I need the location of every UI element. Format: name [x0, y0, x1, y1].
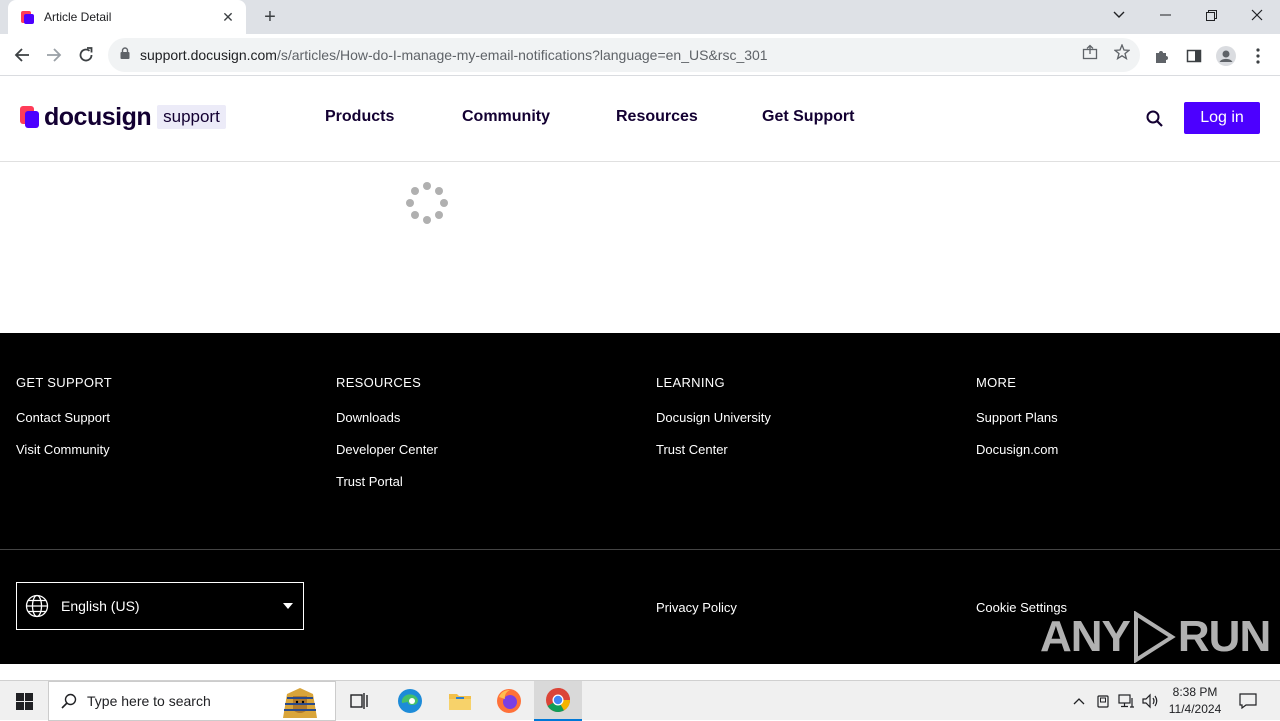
- footer-link-downloads[interactable]: Downloads: [336, 410, 438, 425]
- watermark-text-right: RUN: [1177, 612, 1271, 661]
- language-select[interactable]: English (US): [16, 582, 304, 630]
- taskbar-file-explorer-button[interactable]: [436, 681, 484, 721]
- bookmark-star-icon[interactable]: [1112, 42, 1132, 62]
- back-button[interactable]: [8, 41, 36, 69]
- nav-products[interactable]: Products: [325, 108, 394, 126]
- taskbar-edge-button[interactable]: [386, 681, 434, 721]
- address-bar[interactable]: support.docusign.com/s/articles/How-do-I…: [108, 38, 1140, 72]
- logo-text: docusign: [44, 102, 152, 131]
- taskbar-search-placeholder: Type here to search: [87, 693, 211, 709]
- logo-support-badge: support: [157, 105, 226, 129]
- footer-link-trust-portal[interactable]: Trust Portal: [336, 474, 438, 489]
- anyrun-watermark: ANY RUN: [1040, 611, 1271, 663]
- new-tab-button[interactable]: +: [258, 5, 282, 29]
- firefox-icon: [497, 689, 521, 713]
- clock-time: 8:38 PM: [1172, 685, 1218, 699]
- site-header: docusign support Products Community Reso…: [0, 76, 1280, 162]
- footer-link-docusign-university[interactable]: Docusign University: [656, 410, 771, 425]
- footer-link-visit-community[interactable]: Visit Community: [16, 442, 112, 457]
- search-icon[interactable]: [1144, 108, 1166, 130]
- play-triangle-icon: [1133, 611, 1176, 663]
- nav-community[interactable]: Community: [462, 108, 550, 126]
- windows-logo-icon: [15, 692, 33, 710]
- taskbar-search-box[interactable]: Type here to search: [48, 681, 336, 721]
- windows-taskbar: Type here to search 8:38 PM 11/4/2024: [0, 680, 1280, 721]
- watermark-text-left: ANY: [1040, 612, 1131, 661]
- footer-heading: LEARNING: [656, 375, 725, 390]
- taskbar-search-icon: [61, 693, 77, 709]
- page-bottom-strip: [0, 664, 1280, 680]
- lock-icon[interactable]: [120, 46, 130, 64]
- profile-avatar-icon[interactable]: [1215, 45, 1237, 67]
- url-text: support.docusign.com/s/articles/How-do-I…: [140, 47, 768, 63]
- taskbar-clock[interactable]: 8:38 PM 11/4/2024: [1164, 684, 1226, 718]
- tray-volume-icon[interactable]: [1141, 691, 1161, 711]
- tray-network-icon[interactable]: [1117, 691, 1137, 711]
- windows-start-button[interactable]: [0, 681, 48, 721]
- taskbar-firefox-button[interactable]: [485, 681, 533, 721]
- footer-heading: MORE: [976, 375, 1017, 390]
- footer-link-contact-support[interactable]: Contact Support: [16, 410, 112, 425]
- footer-link-privacy-policy[interactable]: Privacy Policy: [656, 600, 737, 615]
- footer-divider: [0, 549, 1280, 550]
- docusign-support-logo[interactable]: docusign support: [20, 102, 226, 132]
- taskbar-chrome-button[interactable]: [534, 681, 582, 721]
- restore-button[interactable]: [1188, 0, 1234, 30]
- footer-link-docusign-com[interactable]: Docusign.com: [976, 442, 1058, 457]
- loading-spinner-icon: [406, 182, 448, 224]
- footer-column-more: MORE Support Plans Docusign.com: [976, 375, 1058, 474]
- footer-link-developer-center[interactable]: Developer Center: [336, 442, 438, 457]
- docusign-favicon-icon: [20, 9, 36, 25]
- task-view-button[interactable]: [336, 681, 384, 721]
- minimize-button[interactable]: [1142, 0, 1188, 30]
- article-content-area: [0, 162, 1280, 333]
- login-button[interactable]: Log in: [1184, 102, 1260, 134]
- chrome-icon: [546, 688, 570, 713]
- browser-tab-bar: Article Detail ✕ +: [0, 0, 1280, 34]
- task-view-icon: [350, 693, 368, 709]
- edge-icon: [398, 689, 422, 713]
- side-panel-icon[interactable]: [1183, 45, 1205, 67]
- browser-tab-active[interactable]: Article Detail ✕: [8, 0, 246, 34]
- footer-link-support-plans[interactable]: Support Plans: [976, 410, 1058, 425]
- footer-heading: RESOURCES: [336, 375, 422, 390]
- tray-meet-now-icon[interactable]: [1093, 691, 1113, 711]
- file-explorer-folder-icon: [449, 694, 471, 710]
- footer-heading: GET SUPPORT: [16, 375, 113, 390]
- clock-date: 11/4/2024: [1168, 702, 1222, 716]
- nav-get-support[interactable]: Get Support: [762, 108, 854, 126]
- tray-show-hidden-icon[interactable]: [1069, 691, 1089, 711]
- footer-link-trust-center[interactable]: Trust Center: [656, 442, 771, 457]
- browser-menu-icon[interactable]: [1247, 45, 1269, 67]
- search-highlight-pharaoh-icon: [283, 688, 317, 718]
- tab-search-chevron-icon[interactable]: [1096, 0, 1142, 30]
- share-icon[interactable]: [1080, 42, 1100, 62]
- dropdown-caret-icon: [283, 603, 293, 609]
- action-center-notification-icon[interactable]: [1238, 691, 1258, 711]
- globe-icon: [25, 594, 49, 618]
- footer-column-get-support: GET SUPPORT Contact Support Visit Commun…: [16, 375, 112, 474]
- forward-button[interactable]: [40, 41, 68, 69]
- language-selected-value: English (US): [61, 598, 140, 614]
- tab-title: Article Detail: [44, 10, 112, 24]
- browser-toolbar: support.docusign.com/s/articles/How-do-I…: [0, 34, 1280, 76]
- footer-column-learning: LEARNING Docusign University Trust Cente…: [656, 375, 771, 474]
- close-window-button[interactable]: [1234, 0, 1280, 30]
- site-footer: GET SUPPORT Contact Support Visit Commun…: [0, 333, 1280, 664]
- reload-button[interactable]: [72, 41, 100, 69]
- tab-close-icon[interactable]: ✕: [220, 9, 236, 26]
- footer-column-resources: RESOURCES Downloads Developer Center Tru…: [336, 375, 438, 506]
- docusign-logo-mark-icon: [20, 106, 40, 128]
- extensions-puzzle-icon[interactable]: [1151, 45, 1173, 67]
- nav-resources[interactable]: Resources: [616, 108, 698, 126]
